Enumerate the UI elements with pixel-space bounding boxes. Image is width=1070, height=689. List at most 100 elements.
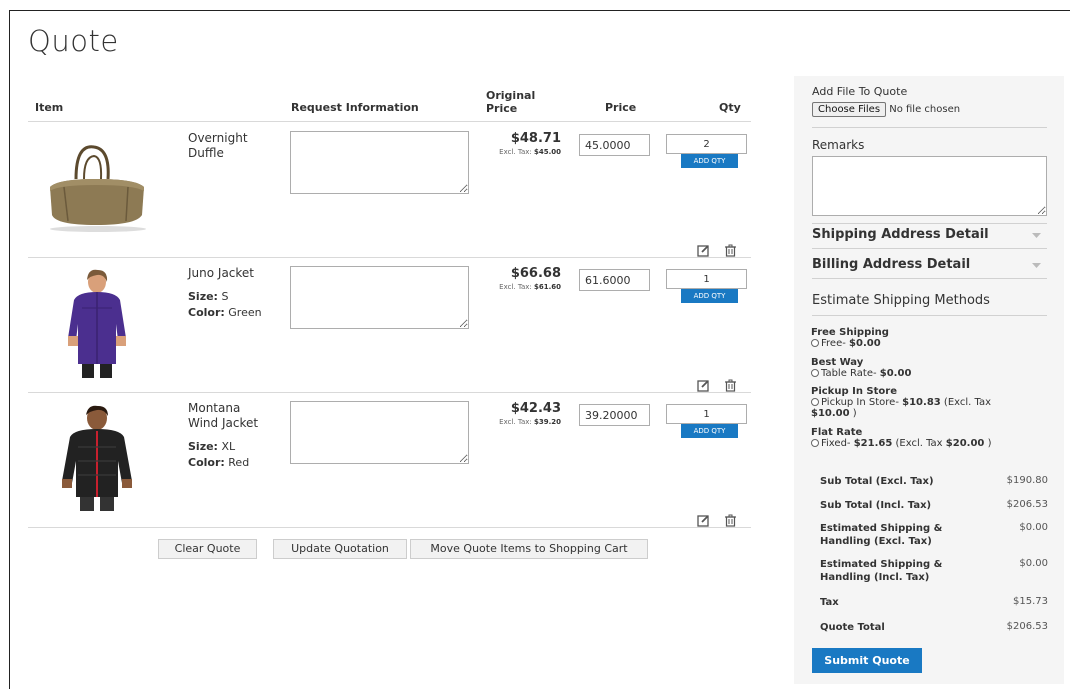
product-name[interactable]: Juno Jacket Size: S Color: Green <box>188 266 268 321</box>
request-information-input[interactable] <box>290 131 469 194</box>
product-image-juno-jacket[interactable] <box>38 268 156 378</box>
excl-tax-value: $45.00 <box>533 148 561 156</box>
row-divider <box>28 257 751 258</box>
billing-address-toggle[interactable]: Billing Address Detail <box>812 257 970 272</box>
option-value: XL <box>221 440 236 453</box>
shipping-method-pickup[interactable]: Pickup In Store Pickup In Store- $10.83 … <box>811 386 1051 419</box>
row-divider <box>28 392 751 393</box>
remarks-input[interactable] <box>812 156 1047 216</box>
shipping-method-bestway[interactable]: Best Way Table Rate- $0.00 <box>811 357 1051 379</box>
remarks-title: Remarks <box>812 138 865 152</box>
divider <box>812 278 1047 279</box>
trash-icon[interactable] <box>724 244 737 257</box>
carrier-name: Flat Rate <box>811 427 863 438</box>
excl-tax-value: $61.60 <box>533 283 561 291</box>
qty-input[interactable] <box>666 269 747 289</box>
price-input[interactable] <box>579 134 650 156</box>
choose-files-button[interactable]: Choose Files <box>812 102 887 117</box>
price-input[interactable] <box>579 404 650 426</box>
chevron-down-icon[interactable] <box>1032 263 1041 268</box>
edit-icon[interactable] <box>697 244 710 257</box>
shipping-method-free[interactable]: Free Shipping Free- $0.00 <box>811 327 1051 349</box>
chevron-down-icon[interactable] <box>1032 233 1041 238</box>
product-name-text[interactable]: Overnight Duffle <box>188 131 248 160</box>
option-label: Color: <box>188 456 225 469</box>
original-price-value: $48.71 <box>510 131 561 146</box>
no-file-chosen-text: No file chosen <box>889 104 961 115</box>
product-name-text[interactable]: Juno Jacket <box>188 266 254 280</box>
radio-icon[interactable] <box>811 439 819 447</box>
add-qty-button[interactable]: ADD QTY <box>681 289 738 303</box>
excl-tax-price: $10.00 <box>811 408 850 419</box>
excl-tax-label: Excl. Tax: <box>499 283 532 291</box>
total-value: $0.00 <box>1019 522 1048 533</box>
table-row: Montana Wind Jacket Size: XL Color: Red … <box>28 401 751 527</box>
excl-tax-prefix: (Excl. Tax <box>895 438 943 449</box>
product-name-text[interactable]: Montana Wind Jacket <box>188 401 258 430</box>
method-price: $21.65 <box>853 438 893 449</box>
row-actions <box>697 244 742 258</box>
total-label: Estimated Shipping & Handling (Incl. Tax… <box>820 559 943 583</box>
request-information-input[interactable] <box>290 401 469 464</box>
total-value: $0.00 <box>1019 558 1048 569</box>
trash-icon[interactable] <box>724 379 737 392</box>
column-header-request: Request Information <box>291 101 419 114</box>
radio-icon[interactable] <box>811 369 819 377</box>
table-row: Overnight Duffle $48.71 Excl. Tax: $45.0… <box>28 131 751 258</box>
excl-tax-label: Excl. Tax: <box>499 148 532 156</box>
divider <box>812 248 1047 249</box>
total-label: Tax <box>820 597 839 608</box>
excl-tax-suffix: ) <box>987 438 992 449</box>
clear-quote-button[interactable]: Clear Quote <box>158 539 257 559</box>
shipping-method-flatrate[interactable]: Flat Rate Fixed- $21.65 (Excl. Tax $20.0… <box>811 427 1051 449</box>
edit-icon[interactable] <box>697 514 710 527</box>
quote-sidebar: Add File To Quote Choose Files No file c… <box>794 76 1064 684</box>
update-quotation-button[interactable]: Update Quotation <box>273 539 407 559</box>
page-title: Quote <box>28 24 119 58</box>
original-price: $48.71 Excl. Tax: $45.00 <box>478 131 561 156</box>
option-value: S <box>221 290 229 303</box>
product-name[interactable]: Montana Wind Jacket Size: XL Color: Red <box>188 401 268 471</box>
original-price: $66.68 Excl. Tax: $61.60 <box>478 266 561 291</box>
column-header-item: Item <box>35 101 64 114</box>
excl-tax-price: Excl. Tax: $39.20 <box>478 418 561 426</box>
method-name: Table Rate- <box>821 368 877 379</box>
carrier-name: Best Way <box>811 357 864 368</box>
radio-icon[interactable] <box>811 398 819 406</box>
submit-quote-button[interactable]: Submit Quote <box>812 648 922 673</box>
product-options: Size: XL Color: Red <box>188 439 268 471</box>
total-value: $206.53 <box>1006 621 1048 632</box>
product-image-overnight-duffle[interactable] <box>38 139 156 249</box>
edit-icon[interactable] <box>697 379 710 392</box>
qty-input[interactable] <box>666 404 747 424</box>
trash-icon[interactable] <box>724 514 737 527</box>
method-name: Free- <box>821 338 846 349</box>
radio-icon[interactable] <box>811 339 819 347</box>
qty-input[interactable] <box>666 134 747 154</box>
method-name: Pickup In Store- <box>821 397 899 408</box>
row-divider <box>28 527 751 528</box>
option-value: Green <box>228 306 262 319</box>
add-qty-button[interactable]: ADD QTY <box>681 424 738 438</box>
price-input[interactable] <box>579 269 650 291</box>
total-label: Quote Total <box>820 622 885 633</box>
divider <box>812 315 1047 316</box>
excl-tax-price: $20.00 <box>945 438 985 449</box>
option-size: Size: S <box>188 289 268 305</box>
request-information-input[interactable] <box>290 266 469 329</box>
product-name[interactable]: Overnight Duffle <box>188 131 268 161</box>
shipping-address-toggle[interactable]: Shipping Address Detail <box>812 227 989 242</box>
excl-tax-price: Excl. Tax: $61.60 <box>478 283 561 291</box>
product-image-montana-wind-jacket[interactable] <box>38 403 156 513</box>
total-label: Sub Total (Incl. Tax) <box>820 500 932 511</box>
add-qty-button[interactable]: ADD QTY <box>681 154 738 168</box>
original-price-value: $66.68 <box>510 266 561 281</box>
add-file-title: Add File To Quote <box>812 85 908 98</box>
move-to-cart-button[interactable]: Move Quote Items to Shopping Cart <box>410 539 648 559</box>
file-upload: Choose Files No file chosen <box>812 102 960 117</box>
column-header-qty: Qty <box>719 101 741 114</box>
method-price: $0.00 <box>849 338 881 349</box>
carrier-name: Free Shipping <box>811 327 889 338</box>
carrier-name: Pickup In Store <box>811 386 897 397</box>
option-color: Color: Red <box>188 455 268 471</box>
